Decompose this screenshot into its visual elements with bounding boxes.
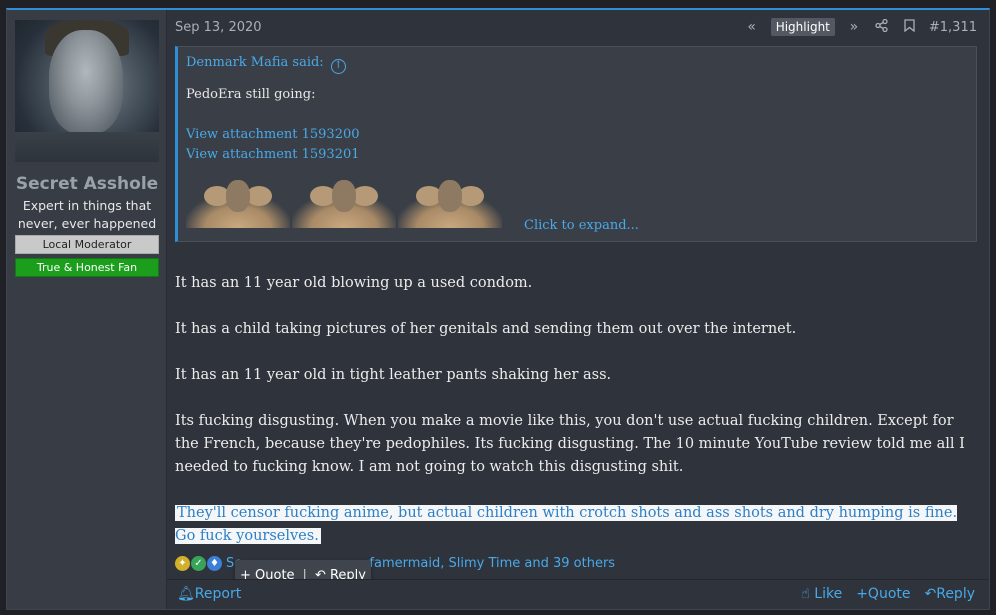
share-svg [875, 18, 889, 32]
reply-button[interactable]: ↶Reply [924, 586, 975, 602]
post-container: Secret Asshole Expert in things that nev… [6, 8, 990, 610]
post-actions: ☝︎ Like +Quote ↶Reply [801, 586, 975, 602]
like-button[interactable]: ☝︎ Like [801, 586, 842, 602]
rewind-icon[interactable]: « [743, 19, 761, 35]
moderator-banner: Local Moderator [15, 235, 159, 254]
check-reaction-icon: ✓ [191, 556, 206, 571]
paragraph-2: It has a child taking pictures of her ge… [175, 321, 797, 337]
fan-banner: True & Honest Fan [15, 258, 159, 277]
bookmark-icon[interactable] [901, 18, 919, 36]
avatar-shirt [15, 132, 159, 162]
reactions-list[interactable]: famermaid, Slimy Time and 39 others [369, 556, 615, 571]
like-reaction-icon: ♦ [207, 556, 222, 571]
arrow-up-icon[interactable]: ↑ [330, 59, 346, 74]
post-tools: « Highlight » #1,311 [743, 18, 977, 36]
post-body: It has an 11 year old blowing up a used … [175, 272, 975, 571]
avatar-face [49, 30, 123, 134]
share-icon[interactable] [873, 18, 891, 36]
post-footer: 🔔︎Report ☝︎ Like +Quote ↶Reply [167, 579, 989, 609]
medal-reaction-icon: ✦ [175, 556, 190, 571]
report-label: Report [194, 586, 242, 602]
report-button[interactable]: 🔔︎Report [177, 586, 241, 602]
bell-icon: 🔔︎ [177, 586, 195, 602]
post-date[interactable]: Sep 13, 2020 [175, 20, 262, 35]
quote-button[interactable]: +Quote [856, 586, 910, 602]
reaction-gif-3[interactable] [398, 180, 502, 228]
bookmark-svg [904, 18, 916, 32]
quote-author-text[interactable]: Denmark Mafia said: [186, 55, 324, 70]
paragraph-1: It has an 11 year old blowing up a used … [175, 275, 533, 291]
fast-forward-icon[interactable]: » [845, 19, 863, 35]
paragraph-3: It has an 11 year old in tight leather p… [175, 367, 612, 383]
quote-text: PedoEra still going: [186, 87, 316, 102]
attachment-link-2[interactable]: View attachment 1593201 [186, 147, 360, 162]
selected-text: They'll censor fucking anime, but actual… [175, 505, 958, 544]
post-number[interactable]: #1,311 [929, 20, 977, 35]
post-main: Sep 13, 2020 « Highlight » #1,311 Denmar… [167, 10, 989, 609]
like-label: Like [814, 586, 843, 602]
thumbs-up-icon: ☝︎ [801, 586, 810, 602]
avatar[interactable] [15, 20, 159, 162]
click-to-expand-link[interactable]: Click to expand... [524, 218, 639, 233]
attachment-link-1[interactable]: View attachment 1593200 [186, 127, 360, 142]
user-title: Expert in things that never, ever happen… [17, 198, 157, 231]
paragraph-4: Its fucking disgusting. When you make a … [175, 413, 965, 475]
reply-label: Reply [936, 586, 975, 602]
reaction-gif-1[interactable] [186, 180, 290, 228]
quote-block: Denmark Mafia said: ↑ PedoEra still goin… [175, 46, 977, 242]
paragraph-5-selected: They'll censor fucking anime, but actual… [175, 502, 975, 548]
username[interactable]: Secret Asshole [7, 174, 167, 194]
highlight-button[interactable]: Highlight [770, 18, 835, 36]
reply-icon: ↶ [924, 586, 937, 602]
quote-author[interactable]: Denmark Mafia said: ↑ [186, 55, 346, 74]
reaction-gif-2[interactable] [292, 180, 396, 228]
user-cell: Secret Asshole Expert in things that nev… [7, 10, 167, 609]
quote-label: Quote [867, 586, 911, 602]
quote-images [186, 180, 502, 228]
plus-icon: + [856, 586, 868, 602]
